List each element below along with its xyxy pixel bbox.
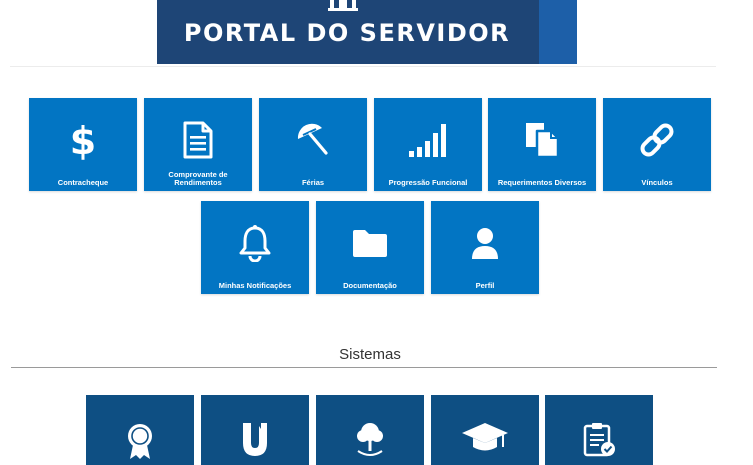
tile-minhas-notificacoes[interactable]: Minhas Notificações (201, 201, 309, 294)
portal-logo-icon (328, 0, 358, 11)
header-divider (10, 66, 716, 67)
tile-requerimentos-diversos[interactable]: Requerimentos Diversos (488, 98, 596, 191)
tile-label: Contracheque (57, 178, 109, 187)
tile-label: Perfil (475, 281, 495, 290)
tile-vinculos[interactable]: Vínculos (603, 98, 711, 191)
tree-icon (357, 423, 383, 456)
tile-documentacao[interactable]: Documentação (316, 201, 424, 294)
tile-label: Férias (301, 178, 325, 187)
tile-contracheque[interactable]: $ Contracheque (29, 98, 137, 191)
tile-ferias[interactable]: Férias (259, 98, 367, 191)
tile-label: Requerimentos Diversos (497, 178, 587, 187)
tile-progressao-funcional[interactable]: Progressão Funcional (374, 98, 482, 191)
u-logo-icon (243, 423, 267, 456)
system-tile-u[interactable] (201, 395, 309, 465)
graduation-cap-icon (462, 423, 508, 451)
clipboard-check-icon (583, 423, 615, 457)
system-tile-graduation[interactable] (431, 395, 539, 465)
svg-text:$: $ (71, 120, 95, 160)
copy-documents-icon (526, 123, 560, 159)
tile-perfil[interactable]: Perfil (431, 201, 539, 294)
user-icon (472, 228, 498, 259)
tile-label: Comprovante de Rendimentos (168, 170, 228, 187)
beach-umbrella-icon (297, 123, 328, 155)
portal-page: PORTAL DO SERVIDOR $ Contracheque Compro… (0, 0, 753, 465)
portal-banner: PORTAL DO SERVIDOR (157, 0, 577, 64)
tile-label: Vínculos (641, 178, 673, 187)
award-ribbon-icon (128, 424, 152, 459)
tile-label: Progressão Funcional (388, 178, 468, 187)
banner-title: PORTAL DO SERVIDOR (183, 19, 511, 47)
folder-icon (353, 230, 387, 257)
systems-divider (11, 367, 717, 368)
document-icon (183, 121, 213, 159)
bell-icon (239, 225, 271, 262)
link-icon (640, 123, 674, 157)
tile-comprovante-de-rendimentos[interactable]: Comprovante de Rendimentos (144, 98, 252, 191)
banner-stripe (539, 0, 577, 64)
system-tile-tree[interactable] (316, 395, 424, 465)
dollar-icon: $ (71, 120, 95, 160)
system-tile-award[interactable] (86, 395, 194, 465)
tile-label: Minhas Notificações (218, 281, 292, 290)
signal-bars-icon (409, 124, 446, 157)
systems-section-title: Sistemas (339, 346, 401, 363)
tile-label: Documentação (343, 281, 397, 290)
system-tile-clipboard[interactable] (545, 395, 653, 465)
